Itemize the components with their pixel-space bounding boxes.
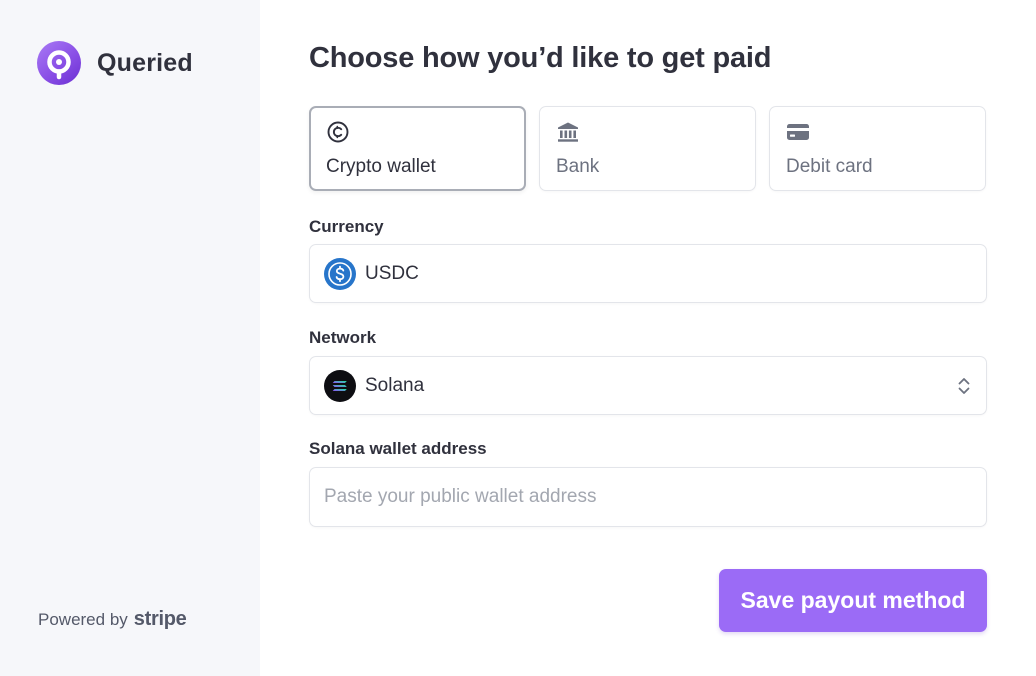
crypto-icon <box>326 120 350 144</box>
wallet-address-input[interactable] <box>310 468 986 526</box>
method-label: Debit card <box>786 156 873 177</box>
brand: Queried <box>37 41 193 85</box>
solana-icon <box>324 370 356 402</box>
network-value: Solana <box>365 375 425 396</box>
network-select[interactable]: Solana <box>309 356 987 415</box>
wallet-address-field <box>309 467 987 527</box>
sidebar: Queried Powered by stripe <box>0 0 260 676</box>
queried-logo-icon <box>37 41 81 85</box>
currency-value: USDC <box>365 263 419 284</box>
method-crypto-wallet[interactable]: Crypto wallet <box>309 106 526 191</box>
payout-form: Choose how you’d like to get paid Crypto… <box>260 0 1036 676</box>
currency-label: Currency <box>309 217 384 236</box>
page-title: Choose how you’d like to get paid <box>309 42 772 74</box>
currency-field[interactable]: USDC <box>309 244 987 303</box>
save-payout-method-button[interactable]: Save payout method <box>719 569 987 632</box>
method-debit-card[interactable]: Debit card <box>769 106 986 191</box>
brand-name: Queried <box>97 48 193 77</box>
powered-by-text: Powered by <box>38 610 128 629</box>
chevron-up-down-icon <box>956 376 972 396</box>
method-label: Bank <box>556 156 600 177</box>
bank-icon <box>556 120 580 144</box>
powered-by-stripe[interactable]: Powered by stripe <box>38 608 187 631</box>
usdc-icon <box>324 258 356 290</box>
card-icon <box>786 120 810 144</box>
wallet-address-label: Solana wallet address <box>309 439 487 458</box>
stripe-logo: stripe <box>133 608 187 630</box>
method-bank[interactable]: Bank <box>539 106 756 191</box>
method-label: Crypto wallet <box>326 156 436 177</box>
network-label: Network <box>309 328 377 347</box>
